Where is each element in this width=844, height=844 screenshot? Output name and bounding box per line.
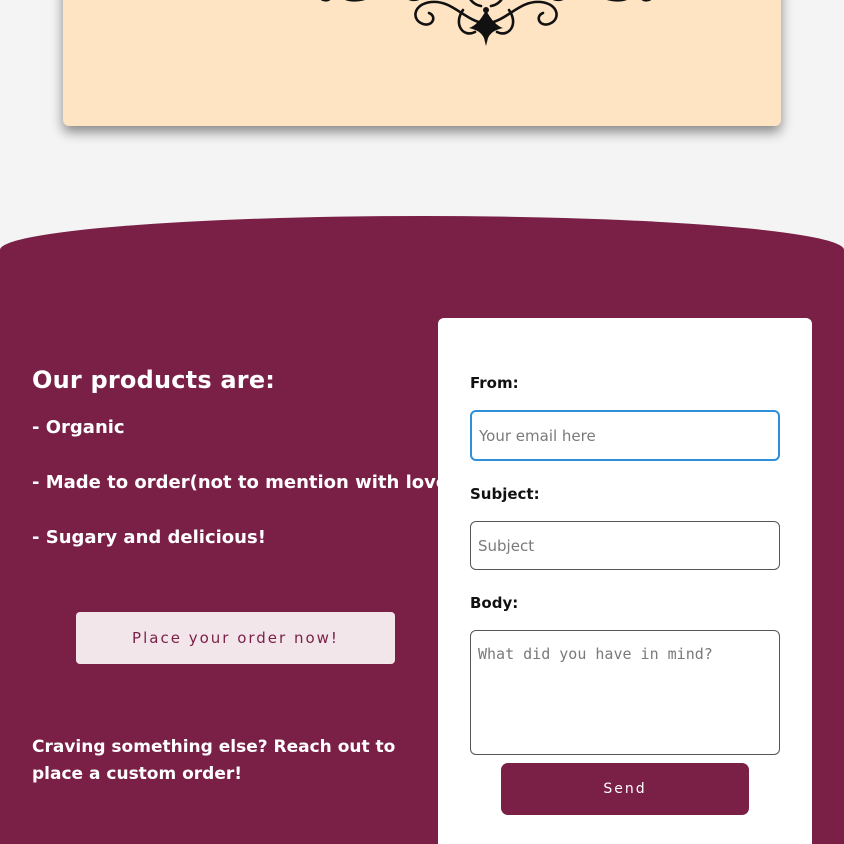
- email-field[interactable]: [470, 410, 780, 461]
- hero-card: [63, 0, 781, 126]
- decorative-flourish-icon: [320, 0, 652, 46]
- body-label: Body:: [470, 594, 519, 612]
- product-feature-sugary: - Sugary and delicious!: [32, 527, 266, 548]
- page: Our products are: - Organic - Made to or…: [0, 0, 844, 844]
- subject-label: Subject:: [470, 485, 540, 503]
- products-heading: Our products are:: [32, 366, 276, 394]
- custom-order-text: Craving something else? Reach out to pla…: [32, 737, 396, 784]
- from-label: From:: [470, 374, 519, 392]
- subject-field[interactable]: [470, 521, 780, 570]
- place-order-button[interactable]: Place your order now!: [76, 612, 395, 664]
- product-feature-made-to-order: - Made to order(not to mention with love…: [32, 472, 457, 493]
- product-feature-organic: - Organic: [32, 417, 125, 438]
- body-textarea[interactable]: [470, 630, 780, 755]
- send-button[interactable]: Send: [501, 763, 749, 815]
- contact-form: From: Subject: Body: Send: [438, 318, 812, 844]
